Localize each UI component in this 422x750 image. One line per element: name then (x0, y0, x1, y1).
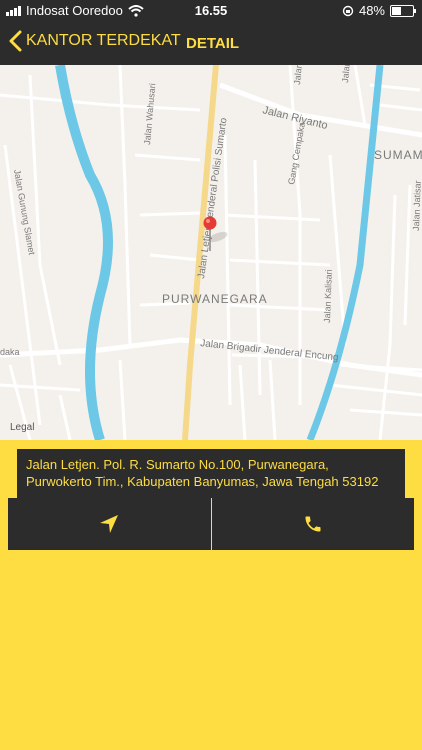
label-daka: daka (0, 347, 20, 357)
call-button[interactable] (212, 498, 415, 550)
label-jalan-jatisari: Jalan Jatisar (411, 180, 422, 231)
back-label: KANTOR TERDEKAT (26, 32, 181, 49)
map-canvas: Jalan Riyanto SUMAM Jalan Sera Jalan Ken… (0, 65, 422, 440)
status-bar: Indosat Ooredoo 16.55 48% (0, 0, 422, 22)
action-bar (8, 498, 414, 550)
label-sumam: SUMAM (374, 148, 422, 162)
address-box: Jalan Letjen. Pol. R. Sumarto No.100, Pu… (17, 449, 405, 498)
directions-button[interactable] (8, 498, 211, 550)
label-purwanegara: PURWANEGARA (162, 292, 268, 306)
back-button[interactable]: KANTOR TERDEKAT (8, 30, 181, 52)
nav-title[interactable]: DETAIL (186, 35, 239, 52)
phone-icon (305, 516, 321, 532)
battery-fill (392, 6, 401, 15)
legal-link[interactable]: Legal (10, 422, 34, 433)
map-view[interactable]: Jalan Riyanto SUMAM Jalan Sera Jalan Ken… (0, 65, 422, 440)
navigation-arrow-icon (100, 515, 119, 533)
rotation-lock-icon (342, 5, 354, 16)
battery-percent: 48% (358, 3, 385, 18)
chevron-left-icon (9, 30, 22, 52)
battery-icon (390, 4, 416, 17)
label-jalan-kalisari: Jalan Kalisari (322, 269, 334, 323)
status-right: 48% (342, 3, 416, 18)
nav-bar: KANTOR TERDEKAT DETAIL (0, 22, 422, 65)
